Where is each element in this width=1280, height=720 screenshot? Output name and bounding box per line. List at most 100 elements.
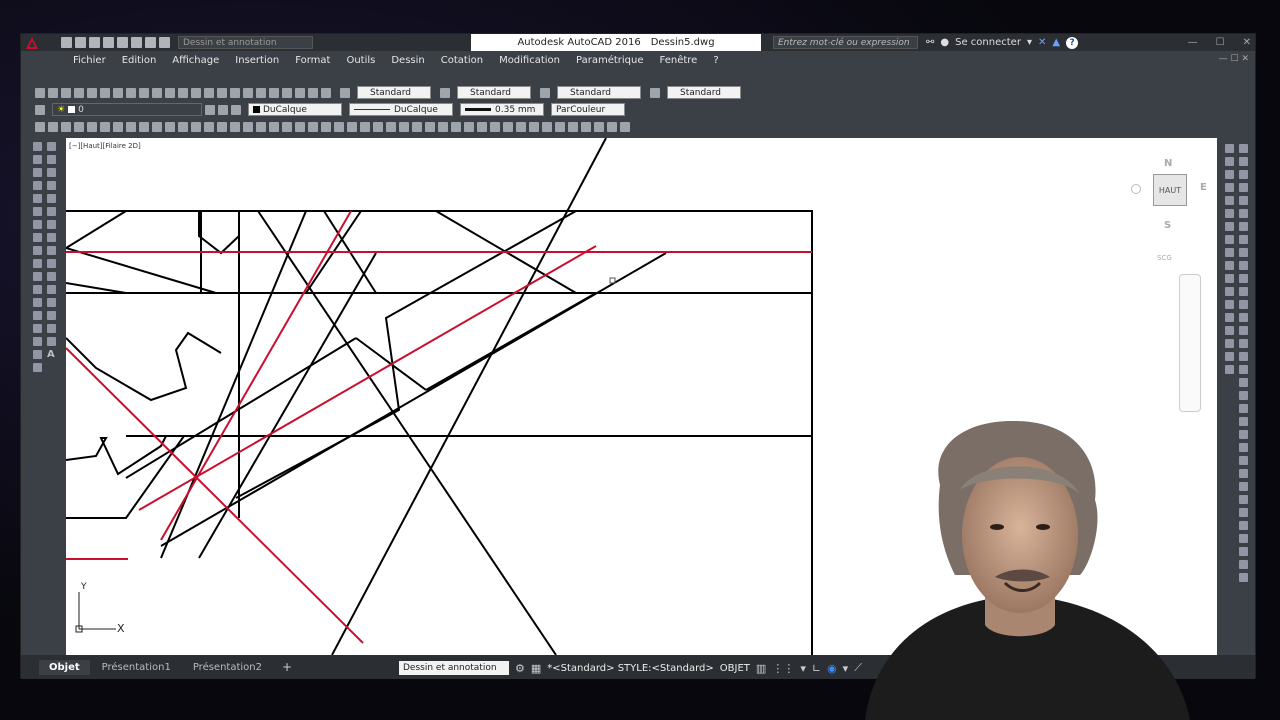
tool-icon-43[interactable]	[581, 121, 591, 132]
cut-icon[interactable]	[113, 87, 123, 98]
plot-style-select[interactable]: ParCouleur	[551, 103, 625, 116]
gradient-icon[interactable]	[33, 337, 42, 346]
rtool-icon[interactable]	[1225, 339, 1234, 348]
polygon-icon[interactable]	[33, 181, 42, 190]
rtool-icon[interactable]	[1239, 352, 1248, 361]
model-space-toggle[interactable]: OBJET	[720, 663, 750, 674]
layer-previous-icon[interactable]	[218, 104, 228, 115]
rtool-icon[interactable]	[1225, 287, 1234, 296]
tool-icon-18[interactable]	[256, 121, 266, 132]
viewcube-face[interactable]: HAUT	[1153, 174, 1187, 206]
extend-icon[interactable]	[47, 272, 56, 281]
chamfer-icon[interactable]	[47, 311, 56, 320]
tab-layout1[interactable]: Présentation1	[92, 660, 181, 675]
arc-icon[interactable]	[33, 207, 42, 216]
rtool-icon[interactable]	[1225, 170, 1234, 179]
viewcube-east[interactable]: E	[1200, 182, 1207, 193]
open-icon[interactable]	[48, 87, 58, 98]
rtool-icon[interactable]	[1239, 495, 1248, 504]
tool-icon-21[interactable]	[295, 121, 305, 132]
workspace-select[interactable]: Dessin et annotation	[178, 36, 313, 49]
tool-palettes-icon[interactable]	[269, 87, 279, 98]
rtool-icon[interactable]	[1239, 157, 1248, 166]
save-icon[interactable]	[61, 87, 71, 98]
close-icon[interactable]: ✕	[1243, 37, 1251, 48]
zoom-previous-icon[interactable]	[230, 87, 240, 98]
move-icon[interactable]	[47, 207, 56, 216]
rtool-icon[interactable]	[1239, 365, 1248, 374]
region-icon[interactable]	[33, 350, 42, 359]
tool-icon-33[interactable]	[451, 121, 461, 132]
tool-icon-30[interactable]	[412, 121, 422, 132]
navigation-bar[interactable]	[1179, 274, 1201, 412]
rtool-icon[interactable]	[1225, 222, 1234, 231]
tool-icon-22[interactable]	[308, 121, 318, 132]
rtool-icon[interactable]	[1239, 183, 1248, 192]
tool-icon-10[interactable]	[152, 121, 162, 132]
tool-icon-9[interactable]	[139, 121, 149, 132]
connect-button[interactable]: Se connecter	[955, 37, 1021, 48]
viewcube[interactable]: N O E S HAUT SCG	[1131, 148, 1211, 268]
polar-icon[interactable]: ◉	[827, 662, 837, 675]
ellipse-arc-icon[interactable]	[33, 272, 42, 281]
snap-icon[interactable]: ⋮⋮	[772, 662, 794, 675]
linetype-select[interactable]: DuCalque	[349, 103, 453, 116]
rtool-icon[interactable]	[1239, 456, 1248, 465]
tool-icon-29[interactable]	[399, 121, 409, 132]
tool-icon-20[interactable]	[282, 121, 292, 132]
rtool-icon[interactable]	[1225, 326, 1234, 335]
tool-icon-27[interactable]	[373, 121, 383, 132]
rtool-icon[interactable]	[1239, 144, 1248, 153]
redo-icon[interactable]	[178, 87, 188, 98]
tool-icon-19[interactable]	[269, 121, 279, 132]
rtool-icon[interactable]	[1225, 209, 1234, 218]
print-icon[interactable]	[74, 87, 84, 98]
tool-icon-32[interactable]	[438, 121, 448, 132]
print-icon[interactable]	[117, 37, 128, 48]
menu-insertion[interactable]: Insertion	[227, 55, 287, 66]
tab-layout2[interactable]: Présentation2	[183, 660, 272, 675]
rtool-icon[interactable]	[1239, 248, 1248, 257]
rtool-icon[interactable]	[1239, 430, 1248, 439]
break-icon[interactable]	[47, 285, 56, 294]
rtool-icon[interactable]	[1225, 352, 1234, 361]
undo-icon[interactable]	[131, 37, 142, 48]
menu-fenetre[interactable]: Fenêtre	[652, 55, 706, 66]
tool-icon-16[interactable]	[230, 121, 240, 132]
sheet-set-icon[interactable]	[282, 87, 292, 98]
tool-icon-36[interactable]	[490, 121, 500, 132]
exchange-icon[interactable]: ✕	[1038, 37, 1046, 48]
table-icon[interactable]	[33, 363, 42, 372]
rtool-icon[interactable]	[1239, 274, 1248, 283]
rtool-icon[interactable]	[1239, 235, 1248, 244]
join-icon[interactable]	[47, 298, 56, 307]
menu-format[interactable]: Format	[287, 55, 338, 66]
tool-icon-45[interactable]	[607, 121, 617, 132]
tool-icon-42[interactable]	[568, 121, 578, 132]
rtool-icon[interactable]	[1239, 170, 1248, 179]
rtool-icon[interactable]	[1239, 404, 1248, 413]
make-current-icon[interactable]	[205, 104, 215, 115]
paste-icon[interactable]	[139, 87, 149, 98]
tool-icon-31[interactable]	[425, 121, 435, 132]
viewcube-south[interactable]: S	[1164, 220, 1171, 231]
rtool-icon[interactable]	[1239, 222, 1248, 231]
text-style-select[interactable]: Standard	[357, 86, 431, 99]
save-icon[interactable]	[89, 37, 100, 48]
ortho-icon[interactable]: ∟	[812, 662, 821, 675]
undo-icon[interactable]	[165, 87, 175, 98]
revision-cloud-icon[interactable]	[33, 233, 42, 242]
insert-block-icon[interactable]	[33, 285, 42, 294]
menu-cotation[interactable]: Cotation	[433, 55, 491, 66]
rtool-icon[interactable]	[1239, 196, 1248, 205]
rtool-icon[interactable]	[1225, 144, 1234, 153]
chevron-down-icon[interactable]: ▾	[800, 662, 806, 675]
layer-select[interactable]: ☀ 0	[52, 103, 202, 116]
grid-icon[interactable]: ▥	[756, 662, 766, 675]
rtool-icon[interactable]	[1239, 287, 1248, 296]
rtool-icon[interactable]	[1239, 300, 1248, 309]
mirror-icon[interactable]	[47, 168, 56, 177]
tool-icon-26[interactable]	[360, 121, 370, 132]
tool-icon-24[interactable]	[334, 121, 344, 132]
menu-dessin[interactable]: Dessin	[383, 55, 432, 66]
